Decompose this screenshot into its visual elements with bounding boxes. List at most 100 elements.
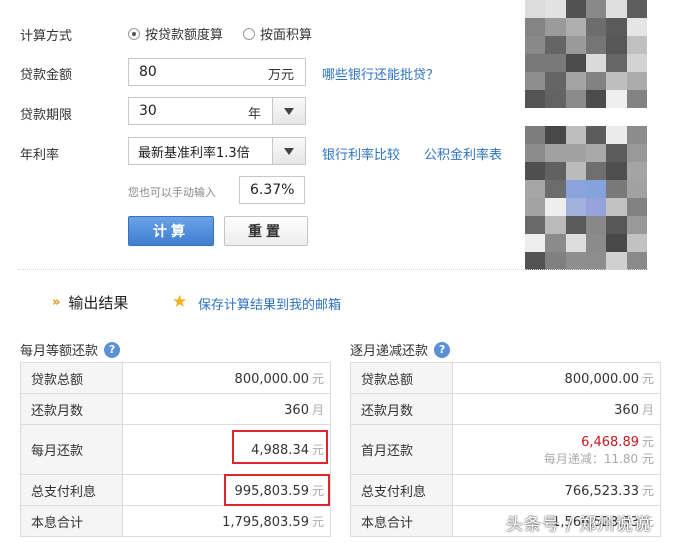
row-unit: 元 <box>641 434 654 449</box>
double-chevron-right-icon: » <box>52 295 61 310</box>
radio-by-area-label: 按面积算 <box>260 28 313 43</box>
mosaic-tile <box>626 126 647 145</box>
calc-method-group: 按贷款额度算 按面积算 <box>128 24 312 43</box>
mosaic-tile <box>626 216 647 235</box>
mosaic-tile <box>626 18 647 37</box>
mosaic-tile <box>565 162 587 181</box>
mosaic-tile <box>606 72 628 91</box>
manual-rate-input[interactable] <box>240 177 304 203</box>
table-row: 贷款总额 800,000.00 元 <box>350 362 661 394</box>
loan-term-dropdown-button[interactable] <box>272 97 306 125</box>
mosaic-tile <box>606 18 628 37</box>
calc-method-label: 计算方式 <box>20 29 73 44</box>
mosaic-tile <box>626 234 647 253</box>
help-icon[interactable]: ? <box>104 341 121 358</box>
mosaic-tile <box>545 144 567 163</box>
star-icon: ★ <box>172 292 188 312</box>
mosaic-tile <box>525 234 546 253</box>
mosaic-tile <box>626 54 647 73</box>
rate-select[interactable]: 最新基准利率1.3倍 <box>128 137 273 165</box>
mosaic-tile <box>586 198 607 217</box>
output-title: » 输出结果 <box>52 292 128 313</box>
loan-amount-unit: 万元 <box>268 68 295 83</box>
mosaic-tile <box>565 144 587 163</box>
banks-link[interactable]: 哪些银行还能批贷？ <box>322 64 439 83</box>
mosaic-tile <box>565 252 587 270</box>
mosaic-tile <box>606 180 628 199</box>
decreasing-payment-title: 逐月递减还款 ? <box>350 340 451 359</box>
mosaic-tile <box>606 144 628 163</box>
radio-by-area[interactable]: 按面积算 <box>243 24 312 43</box>
mosaic-tile <box>565 72 587 91</box>
mosaic-tile <box>606 162 628 181</box>
table-row: 贷款总额 800,000.00 元 <box>20 362 331 394</box>
mosaic-tile <box>565 234 587 253</box>
mosaic-tile <box>565 54 587 73</box>
mosaic-tile <box>586 126 607 145</box>
watermark-text: 头条号 / 郑州说说 <box>506 515 652 535</box>
mosaic-tile <box>626 144 647 163</box>
mosaic-tile <box>525 126 546 145</box>
row-value-cell: 1,795,803.59 元 <box>122 505 331 537</box>
manual-rate-field[interactable] <box>239 176 305 204</box>
row-value: 360 <box>284 402 309 418</box>
pixelated-ad-top <box>525 0 647 108</box>
divider <box>18 269 648 270</box>
row-unit: 元 <box>641 483 654 498</box>
equal-payment-title: 每月等额还款 ? <box>20 340 121 359</box>
mosaic-tile <box>586 0 607 19</box>
mosaic-tile <box>606 234 628 253</box>
mosaic-tile <box>525 54 546 73</box>
row-key: 首月还款 <box>350 424 453 475</box>
mosaic-tile <box>545 180 567 199</box>
row-value: 800,000.00 <box>564 371 639 387</box>
mosaic-tile <box>606 0 628 19</box>
rate-selected-value: 最新基准利率1.3倍 <box>138 145 250 161</box>
mosaic-tile <box>525 0 546 19</box>
pixelated-ad-bottom <box>525 126 647 270</box>
loan-term-unit: 年 <box>248 107 262 122</box>
mosaic-tile <box>565 126 587 145</box>
reset-button[interactable]: 重置 <box>224 216 308 246</box>
mosaic-tile <box>626 90 647 108</box>
mosaic-tile <box>545 252 567 270</box>
highlight-box-interest <box>224 474 330 506</box>
row-unit: 月 <box>311 402 324 417</box>
mosaic-tile <box>545 90 567 108</box>
mosaic-tile <box>606 54 628 73</box>
mosaic-tile <box>606 90 628 108</box>
mosaic-tile <box>565 90 587 108</box>
table-row: 还款月数 360 月 <box>20 393 331 425</box>
chevron-down-icon <box>284 147 294 155</box>
fund-rate-table-link[interactable]: 公积金利率表 <box>424 144 502 163</box>
mosaic-tile <box>545 36 567 55</box>
help-icon[interactable]: ? <box>434 341 451 358</box>
calc-button[interactable]: 计算 <box>128 216 214 246</box>
mosaic-tile <box>545 198 567 217</box>
mosaic-tile <box>606 216 628 235</box>
rate-label: 年利率 <box>20 148 60 163</box>
radio-checked-icon[interactable] <box>128 27 140 40</box>
mosaic-tile <box>525 90 546 108</box>
mosaic-tile <box>525 198 546 217</box>
mosaic-tile <box>525 72 546 91</box>
rate-dropdown-button[interactable] <box>272 137 306 165</box>
radio-unchecked-icon[interactable] <box>243 27 256 40</box>
row-key: 总支付利息 <box>20 474 123 506</box>
radio-by-amount[interactable]: 按贷款额度算 <box>128 24 223 43</box>
row-value: 766,523.33 <box>564 483 639 499</box>
row-value-cell: 800,000.00 元 <box>452 362 661 394</box>
table-row: 本息合计 1,795,803.59 元 <box>20 505 331 537</box>
radio-by-amount-label: 按贷款额度算 <box>145 28 224 43</box>
mosaic-tile <box>586 252 607 270</box>
mosaic-tile <box>525 144 546 163</box>
mosaic-tile <box>545 18 567 37</box>
mosaic-tile <box>626 0 647 19</box>
mosaic-tile <box>545 0 567 19</box>
mosaic-tile <box>565 0 587 19</box>
table-row: 首月还款 6,468.89 元 每月递减：11.80 元 <box>350 424 661 475</box>
row-value-cell: 766,523.33 元 <box>452 474 661 506</box>
save-to-email-link[interactable]: 保存计算结果到我的邮箱 <box>198 294 341 313</box>
row-key: 贷款总额 <box>20 362 123 394</box>
bank-rate-compare-link[interactable]: 银行利率比较 <box>322 144 400 163</box>
